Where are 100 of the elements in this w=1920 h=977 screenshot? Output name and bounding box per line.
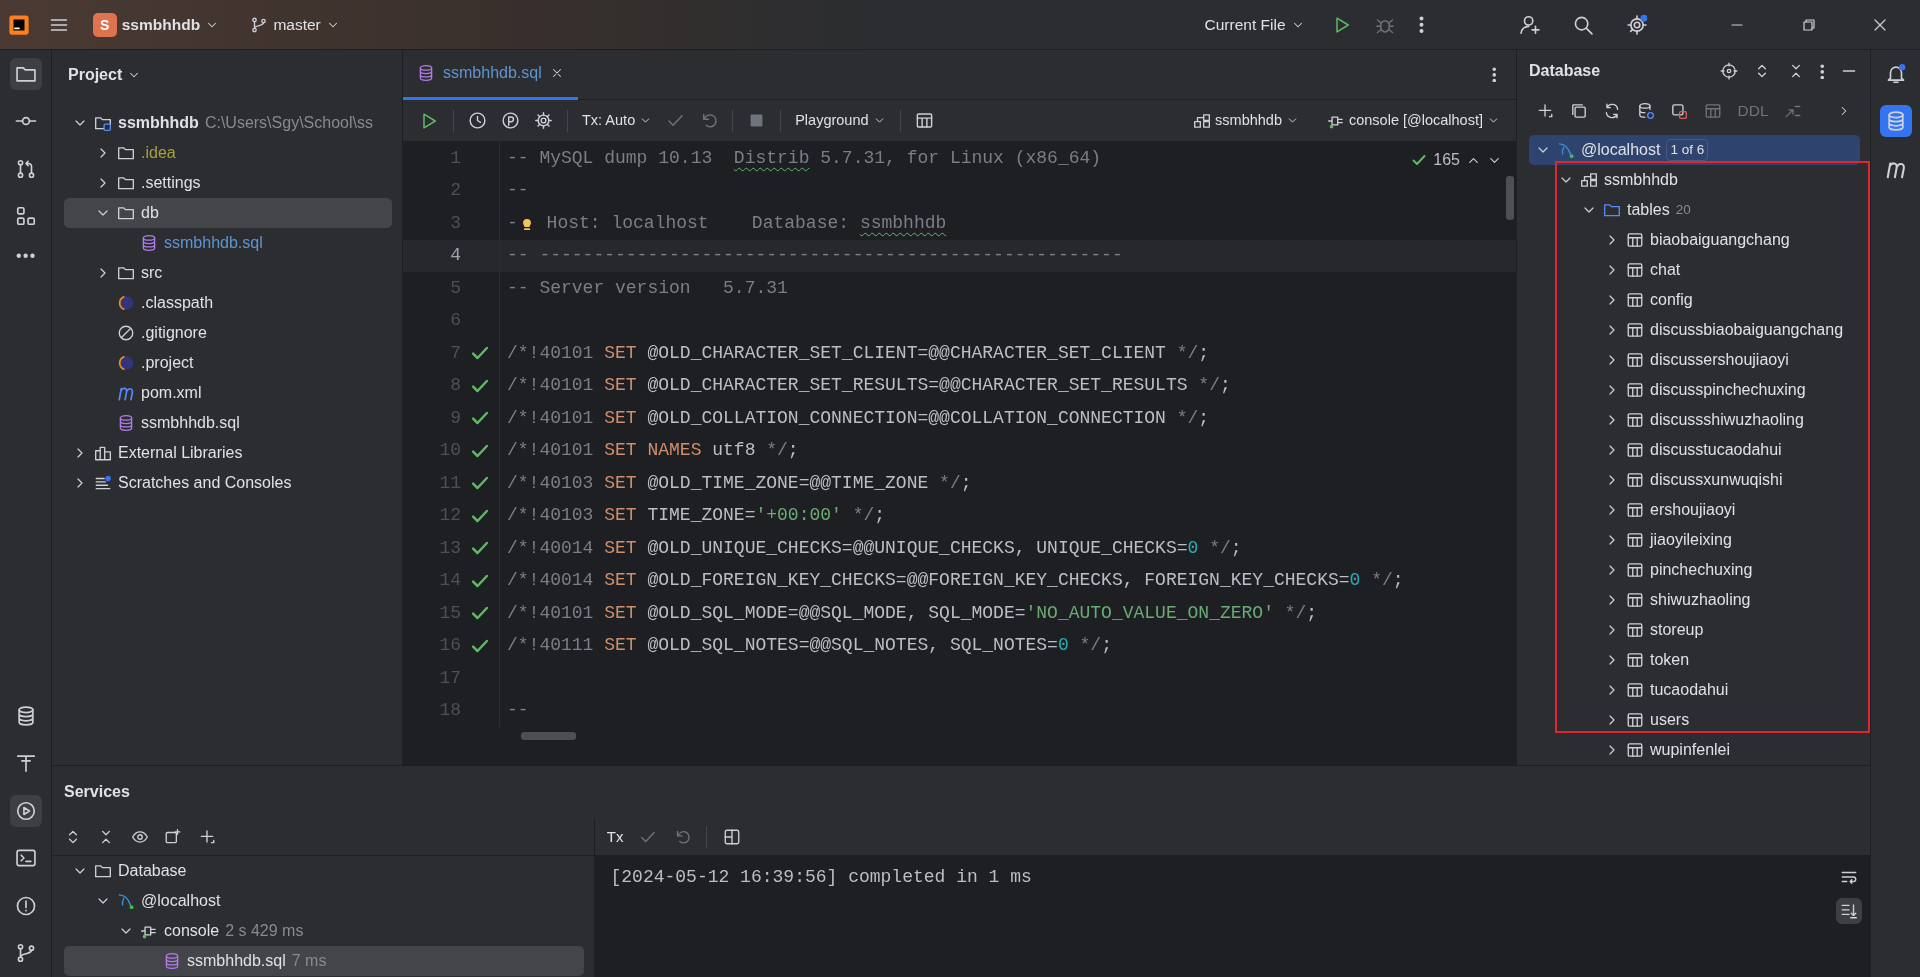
line-number: 4 xyxy=(449,244,461,268)
output-line: [2024-05-12 16:39:56] completed in 1 ms xyxy=(610,865,1033,889)
database-icon xyxy=(163,952,181,970)
add-icon[interactable] xyxy=(1536,101,1555,120)
layout-icon[interactable] xyxy=(722,827,741,846)
table-icon[interactable] xyxy=(914,111,934,130)
tree-item[interactable]: ssmbhhdb xyxy=(1604,168,1678,192)
tree-item[interactable]: pom.xml xyxy=(141,380,202,405)
tree-item[interactable]: users xyxy=(1650,708,1690,732)
code-text: -- Server version 5.7.31 xyxy=(507,276,788,300)
table-icon xyxy=(1626,471,1644,489)
code-text: /*!40103 SET @OLD_TIME_ZONE=@@TIME_ZONE */; xyxy=(507,471,972,495)
tree-item[interactable]: chat xyxy=(1650,258,1681,282)
transaction-button[interactable]: Tx xyxy=(602,825,628,848)
tree-item[interactable]: @localhost xyxy=(141,889,221,913)
folder-icon xyxy=(94,862,112,880)
tree-item[interactable]: tables xyxy=(1627,198,1670,222)
dolphin-icon xyxy=(117,892,135,910)
scrollbar[interactable] xyxy=(521,732,576,740)
project-view-dropdown[interactable]: Project xyxy=(64,63,146,87)
tree-item[interactable]: discusstucaodahui xyxy=(1650,438,1782,462)
new-tab-icon[interactable] xyxy=(164,827,183,846)
count-badge: 1 of 6 xyxy=(1666,138,1709,162)
transaction-mode-dropdown[interactable]: Tx: Auto xyxy=(578,109,657,132)
tree-item[interactable]: biaobaiguangchang xyxy=(1650,228,1790,252)
schema-label: ssmbhhdb xyxy=(1215,113,1282,128)
more-icon[interactable] xyxy=(1418,15,1424,34)
more-icon[interactable] xyxy=(1492,66,1497,83)
tree-item[interactable]: .gitignore xyxy=(141,320,207,345)
inspection-count[interactable]: 165 xyxy=(1433,148,1460,172)
code-text: /*!40103 SET TIME_ZONE='+00:00' */; xyxy=(507,504,886,528)
settings-icon[interactable] xyxy=(534,111,553,130)
table-icon xyxy=(1626,351,1644,369)
app-logo-icon xyxy=(7,13,30,36)
tree-item[interactable]: ssmbhhdb xyxy=(118,110,199,135)
code-text: - xyxy=(507,211,518,235)
database-tool-button[interactable] xyxy=(1879,105,1912,138)
folder-tool-button[interactable] xyxy=(9,57,42,90)
table-icon xyxy=(1626,381,1644,399)
table-icon xyxy=(1626,501,1644,519)
tree-item[interactable]: .idea xyxy=(141,140,176,165)
tree-item[interactable]: ssmbhhdb.sql xyxy=(164,230,263,255)
session-dropdown[interactable]: console [@localhost] xyxy=(1323,107,1504,134)
tree-item[interactable]: discussbiaobaiguangchang xyxy=(1650,318,1844,342)
tree-item[interactable]: .project xyxy=(141,350,194,375)
settings-icon[interactable] xyxy=(1625,13,1648,36)
tree-item[interactable]: config xyxy=(1650,288,1693,312)
table-icon xyxy=(1626,321,1644,339)
run-configuration-dropdown[interactable]: Current File xyxy=(1200,12,1309,37)
tree-item[interactable]: Database xyxy=(118,859,187,883)
tree-item[interactable]: discusspinchechuxing xyxy=(1650,378,1806,402)
tree-item[interactable]: tucaodahui xyxy=(1650,678,1729,702)
tree-item[interactable]: shiwuzhaoling xyxy=(1650,588,1751,612)
project-badge: S xyxy=(92,12,117,37)
more-icon[interactable] xyxy=(1820,63,1825,80)
tree-item[interactable]: ssmbhhdb.sql xyxy=(141,410,240,435)
tree-item[interactable]: .classpath xyxy=(141,290,214,315)
project-switcher[interactable]: S ssmbhhdb xyxy=(88,8,224,41)
data-source-settings-icon[interactable] xyxy=(1636,101,1655,120)
tree-item[interactable]: storeup xyxy=(1650,618,1704,642)
tree-item[interactable]: wupinfenlei xyxy=(1650,738,1731,762)
tree-item[interactable]: jiaoyileixing xyxy=(1650,528,1732,552)
history-icon[interactable] xyxy=(468,111,487,130)
tree-item[interactable]: console xyxy=(164,919,220,943)
services-tool-button[interactable] xyxy=(9,794,42,827)
schema-dropdown[interactable]: ssmbhhdb xyxy=(1189,107,1303,134)
session-label: console [@localhost] xyxy=(1349,113,1483,128)
branch-icon xyxy=(250,15,269,34)
add-user-icon[interactable] xyxy=(1519,13,1541,36)
tree-item[interactable]: token xyxy=(1650,648,1690,672)
tree-item[interactable]: src xyxy=(141,260,163,285)
scrollbar[interactable] xyxy=(1506,176,1514,220)
restore-icon[interactable] xyxy=(1800,16,1817,33)
execution-mode-dropdown[interactable]: Playground xyxy=(791,109,890,132)
branch-switcher[interactable]: master xyxy=(246,11,344,38)
database-icon xyxy=(140,233,158,252)
dolphin-icon xyxy=(1557,141,1575,159)
problems-icon xyxy=(14,894,37,917)
tree-item[interactable]: Scratches and Consoles xyxy=(118,470,292,495)
locate-icon[interactable] xyxy=(1719,62,1738,81)
parameters-icon[interactable] xyxy=(501,111,520,130)
code-text: /*!40111 SET @OLD_SQL_NOTES=@@SQL_NOTES, SQL_NOTES=0 */; xyxy=(507,634,1112,658)
table-icon xyxy=(1626,621,1644,639)
tree-item[interactable]: discussxunwuqishi xyxy=(1650,468,1783,492)
tree-item[interactable]: .settings xyxy=(141,170,201,195)
tree-item[interactable]: discussershoujiaoyi xyxy=(1650,348,1789,372)
tree-item[interactable]: discussshiwuzhaoling xyxy=(1650,408,1804,432)
inspection-check-icon[interactable] xyxy=(1411,152,1428,168)
tree-item[interactable]: pinchechuxing xyxy=(1650,558,1753,582)
schema-icon xyxy=(1193,111,1212,130)
tree-item[interactable]: db xyxy=(141,200,159,225)
tree-item[interactable]: ssmbhhdb.sql xyxy=(187,949,286,973)
tree-item[interactable]: ershoujiaoyi xyxy=(1650,498,1736,522)
code-text: /*!40014 SET @OLD_FOREIGN_KEY_CHECKS=@@FOREIGN_KEY_CHECKS, FOREIGN_KEY_CHECKS=0 */; xyxy=(507,569,1404,593)
execution-mode-label: Playground xyxy=(795,113,869,128)
tree-item[interactable]: @localhost xyxy=(1581,138,1661,162)
disconnect-icon[interactable] xyxy=(1670,101,1689,120)
scroll-to-end-icon[interactable] xyxy=(1840,901,1859,920)
copy-icon[interactable] xyxy=(1569,101,1588,120)
tree-item[interactable]: External Libraries xyxy=(118,440,243,465)
